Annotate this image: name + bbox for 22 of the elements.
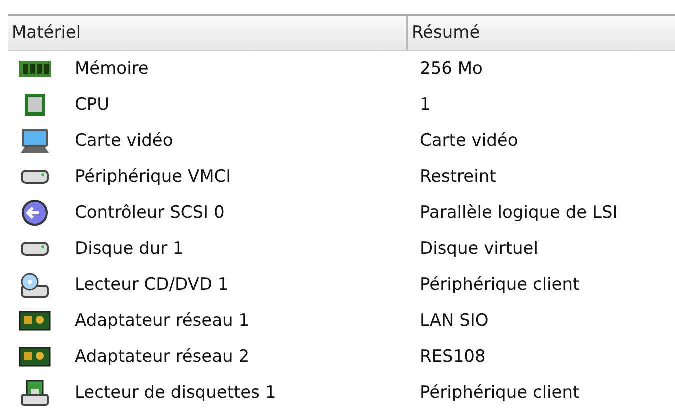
hardware-name: Adaptateur réseau 1: [75, 311, 250, 331]
hardware-summary: Périphérique client: [419, 383, 581, 403]
hardware-summary: Disque virtuel: [419, 239, 540, 259]
column-header[interactable]: Résumé: [408, 16, 675, 50]
hardware-name: Périphérique VMCI: [75, 167, 232, 187]
hardware-name: Adaptateur réseau 2: [75, 347, 250, 367]
hardware-name: Disque dur 1: [75, 239, 184, 259]
hardware-name: Contrôleur SCSI 0: [75, 203, 225, 223]
hardware-name: Lecteur de disquettes 1: [75, 383, 276, 403]
hardware-summary: Périphérique client: [419, 275, 581, 295]
hardware-name: Mémoire: [75, 59, 149, 79]
column-header[interactable]: Matériel: [8, 16, 408, 50]
hardware-name: Lecteur CD/DVD 1: [75, 275, 229, 295]
hardware-summary: Carte vidéo: [419, 131, 520, 151]
hardware-summary: Restreint: [419, 167, 498, 187]
hardware-summary: 256 Mo: [419, 59, 484, 79]
hardware-summary: RES108: [419, 347, 487, 367]
hardware-summary: LAN SIO: [419, 311, 490, 331]
hardware-summary: 1: [419, 95, 432, 115]
hardware-name: CPU: [75, 95, 110, 115]
hardware-summary: Parallèle logique de LSI: [419, 203, 619, 223]
hardware-name: Carte vidéo: [75, 131, 174, 151]
